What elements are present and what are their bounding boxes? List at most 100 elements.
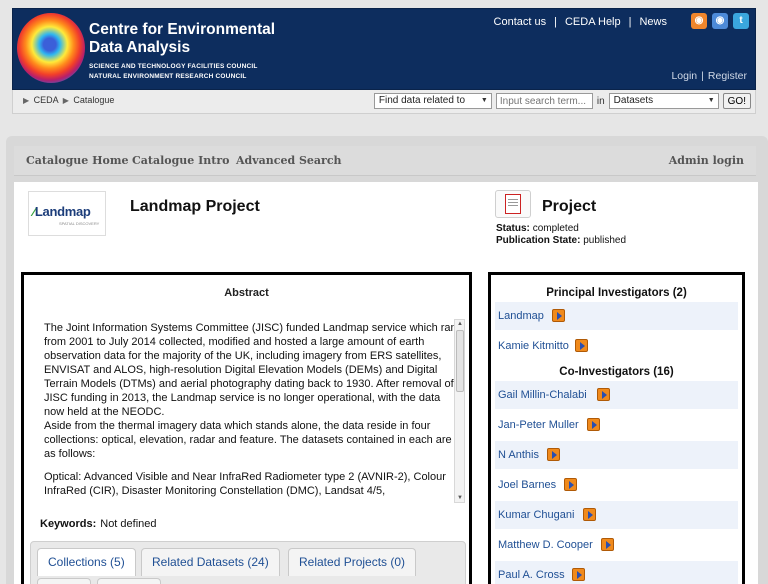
ceda-help-link[interactable]: CEDA Help [561, 16, 625, 28]
find-type-value: Find data related to [378, 95, 466, 106]
login-link[interactable]: Login [669, 70, 699, 82]
search-scope-select[interactable]: Datasets ▼ [608, 93, 719, 109]
tab-collections[interactable]: Collections (5) [37, 548, 136, 576]
investigator-row: Kamie Kitmitto [495, 332, 738, 360]
landmap-logo-text: ⁄Landmap [33, 204, 91, 219]
arrow-right-icon[interactable] [587, 418, 600, 431]
breadcrumb-bar: ▶ CEDA ▶ Catalogue Find data related to ▼… [12, 90, 756, 114]
arrow-right-icon[interactable] [572, 568, 585, 581]
investigator-link[interactable]: Landmap [498, 310, 544, 322]
news-link[interactable]: News [635, 16, 671, 28]
investigator-link[interactable]: N Anthis [498, 449, 539, 461]
breadcrumb-ceda[interactable]: CEDA [34, 95, 59, 105]
arrow-right-icon[interactable] [575, 339, 588, 352]
keywords: Keywords: Not defined [40, 518, 157, 530]
arrow-right-icon[interactable] [564, 478, 577, 491]
abstract-text: The Joint Information Systems Committee … [44, 321, 458, 501]
abstract-heading: Abstract [224, 287, 269, 299]
breadcrumb: ▶ CEDA ▶ Catalogue [21, 95, 114, 105]
go-button[interactable]: GO! [722, 93, 751, 109]
site-header: Centre for Environmental Data Analysis S… [12, 8, 756, 90]
status-value: completed [532, 223, 579, 234]
keywords-value: Not defined [100, 518, 157, 530]
separator: | [554, 16, 557, 28]
chevron-down-icon: ▼ [480, 97, 488, 104]
investigator-row: Paul A. Cross [495, 561, 738, 584]
arrow-right-icon[interactable] [601, 538, 614, 551]
investigator-row: Matthew D. Cooper [495, 531, 738, 559]
social-icons: ◉ ◉ t [686, 13, 749, 29]
abstract-paragraph: The Joint Information Systems Committee … [44, 322, 457, 418]
abstract-scrollbar[interactable]: ▲ ▼ [454, 319, 465, 503]
status-label: Status: [496, 223, 530, 234]
record-type-title: Project [542, 198, 597, 215]
landmap-logo-word: Landmap [34, 204, 91, 219]
arrow-right-icon[interactable] [552, 309, 565, 322]
scroll-up-icon[interactable]: ▲ [456, 321, 464, 327]
catalogue-home-link[interactable]: Catalogue Home [26, 154, 129, 167]
related-tabs: Collections (5) Related Datasets (24) Re… [30, 541, 466, 584]
investigator-link[interactable]: Kumar Chugani [498, 509, 574, 521]
investigator-link[interactable]: Jan-Peter Muller [498, 419, 579, 431]
keywords-label: Keywords: [40, 518, 97, 530]
tab-more-1[interactable] [37, 578, 91, 584]
separator: | [701, 70, 704, 82]
ceda-globe-logo[interactable] [17, 13, 85, 83]
search-scope-value: Datasets [613, 95, 654, 106]
investigator-link[interactable]: Kamie Kitmitto [498, 340, 569, 352]
org-title-line1: Centre for Environmental [89, 21, 276, 38]
investigator-link[interactable]: Joel Barnes [498, 479, 556, 491]
find-type-select[interactable]: Find data related to ▼ [373, 93, 492, 109]
arrow-right-icon[interactable] [583, 508, 596, 521]
investigator-row: Joel Barnes [495, 471, 738, 499]
contact-us-link[interactable]: Contact us [490, 16, 551, 28]
breadcrumb-arrow-icon: ▶ [23, 96, 30, 105]
scroll-down-icon[interactable]: ▼ [456, 495, 464, 501]
abstract-paragraph: Optical: Advanced Visible and Near Infra… [44, 471, 446, 497]
publication-state-value: published [583, 235, 627, 246]
org-subtitle: SCIENCE AND TECHNOLOGY FACILITIES COUNCI… [89, 62, 258, 82]
investigator-row: Jan-Peter Muller [495, 411, 738, 439]
org-subtitle-line1: SCIENCE AND TECHNOLOGY FACILITIES COUNCI… [89, 63, 258, 70]
investigator-row: N Anthis [495, 441, 738, 469]
chevron-down-icon: ▼ [707, 97, 715, 104]
investigator-link[interactable]: Matthew D. Cooper [498, 539, 593, 551]
project-document-icon [495, 190, 531, 218]
investigator-row: Landmap [495, 302, 738, 330]
search-input[interactable] [495, 93, 593, 109]
investigator-row: Kumar Chugani [495, 501, 738, 529]
twitter-icon[interactable]: t [733, 13, 749, 29]
search-form: Find data related to ▼ in Datasets ▼ GO! [373, 93, 751, 109]
catalogue-nav: Catalogue Home Catalogue Intro Advanced … [14, 146, 756, 176]
separator: | [628, 16, 632, 28]
catalogue-intro-link[interactable]: Catalogue Intro [132, 154, 229, 167]
register-link[interactable]: Register [706, 70, 749, 82]
tab-related-datasets[interactable]: Related Datasets (24) [141, 548, 280, 576]
principal-investigators-heading: Principal Investigators (2) [546, 287, 687, 299]
investigator-link[interactable]: Gail Millin-Chalabi [498, 389, 587, 401]
rss-icon[interactable]: ◉ [691, 13, 707, 29]
top-links: Contact us | CEDA Help | News [490, 16, 671, 28]
page-title: Landmap Project [130, 198, 260, 215]
breadcrumb-catalogue[interactable]: Catalogue [73, 95, 114, 105]
auth-links: Login | Register [669, 70, 749, 82]
admin-login-link[interactable]: Admin login [669, 154, 744, 167]
tab-related-projects[interactable]: Related Projects (0) [288, 548, 417, 576]
tab-more-2[interactable] [97, 578, 161, 584]
arrow-right-icon[interactable] [547, 448, 560, 461]
status-block: Status: completed Publication State: pub… [496, 223, 626, 247]
rss-news-icon[interactable]: ◉ [712, 13, 728, 29]
org-title-line2: Data Analysis [89, 39, 191, 56]
org-title: Centre for Environmental Data Analysis [89, 21, 275, 57]
investigator-link[interactable]: Paul A. Cross [498, 569, 565, 581]
org-subtitle-line2: NATURAL ENVIRONMENT RESEARCH COUNCIL [89, 73, 247, 80]
scrollbar-thumb[interactable] [456, 330, 464, 392]
arrow-right-icon[interactable] [597, 388, 610, 401]
advanced-search-link[interactable]: Advanced Search [236, 154, 342, 167]
investigators-panel: Principal Investigators (2) Landmap Kami… [488, 272, 745, 584]
search-in-label: in [596, 95, 605, 107]
publication-state-label: Publication State: [496, 235, 581, 246]
investigator-row: Gail Millin-Chalabi [495, 381, 738, 409]
co-investigators-heading: Co-Investigators (16) [559, 366, 674, 378]
breadcrumb-arrow-icon: ▶ [62, 96, 69, 105]
